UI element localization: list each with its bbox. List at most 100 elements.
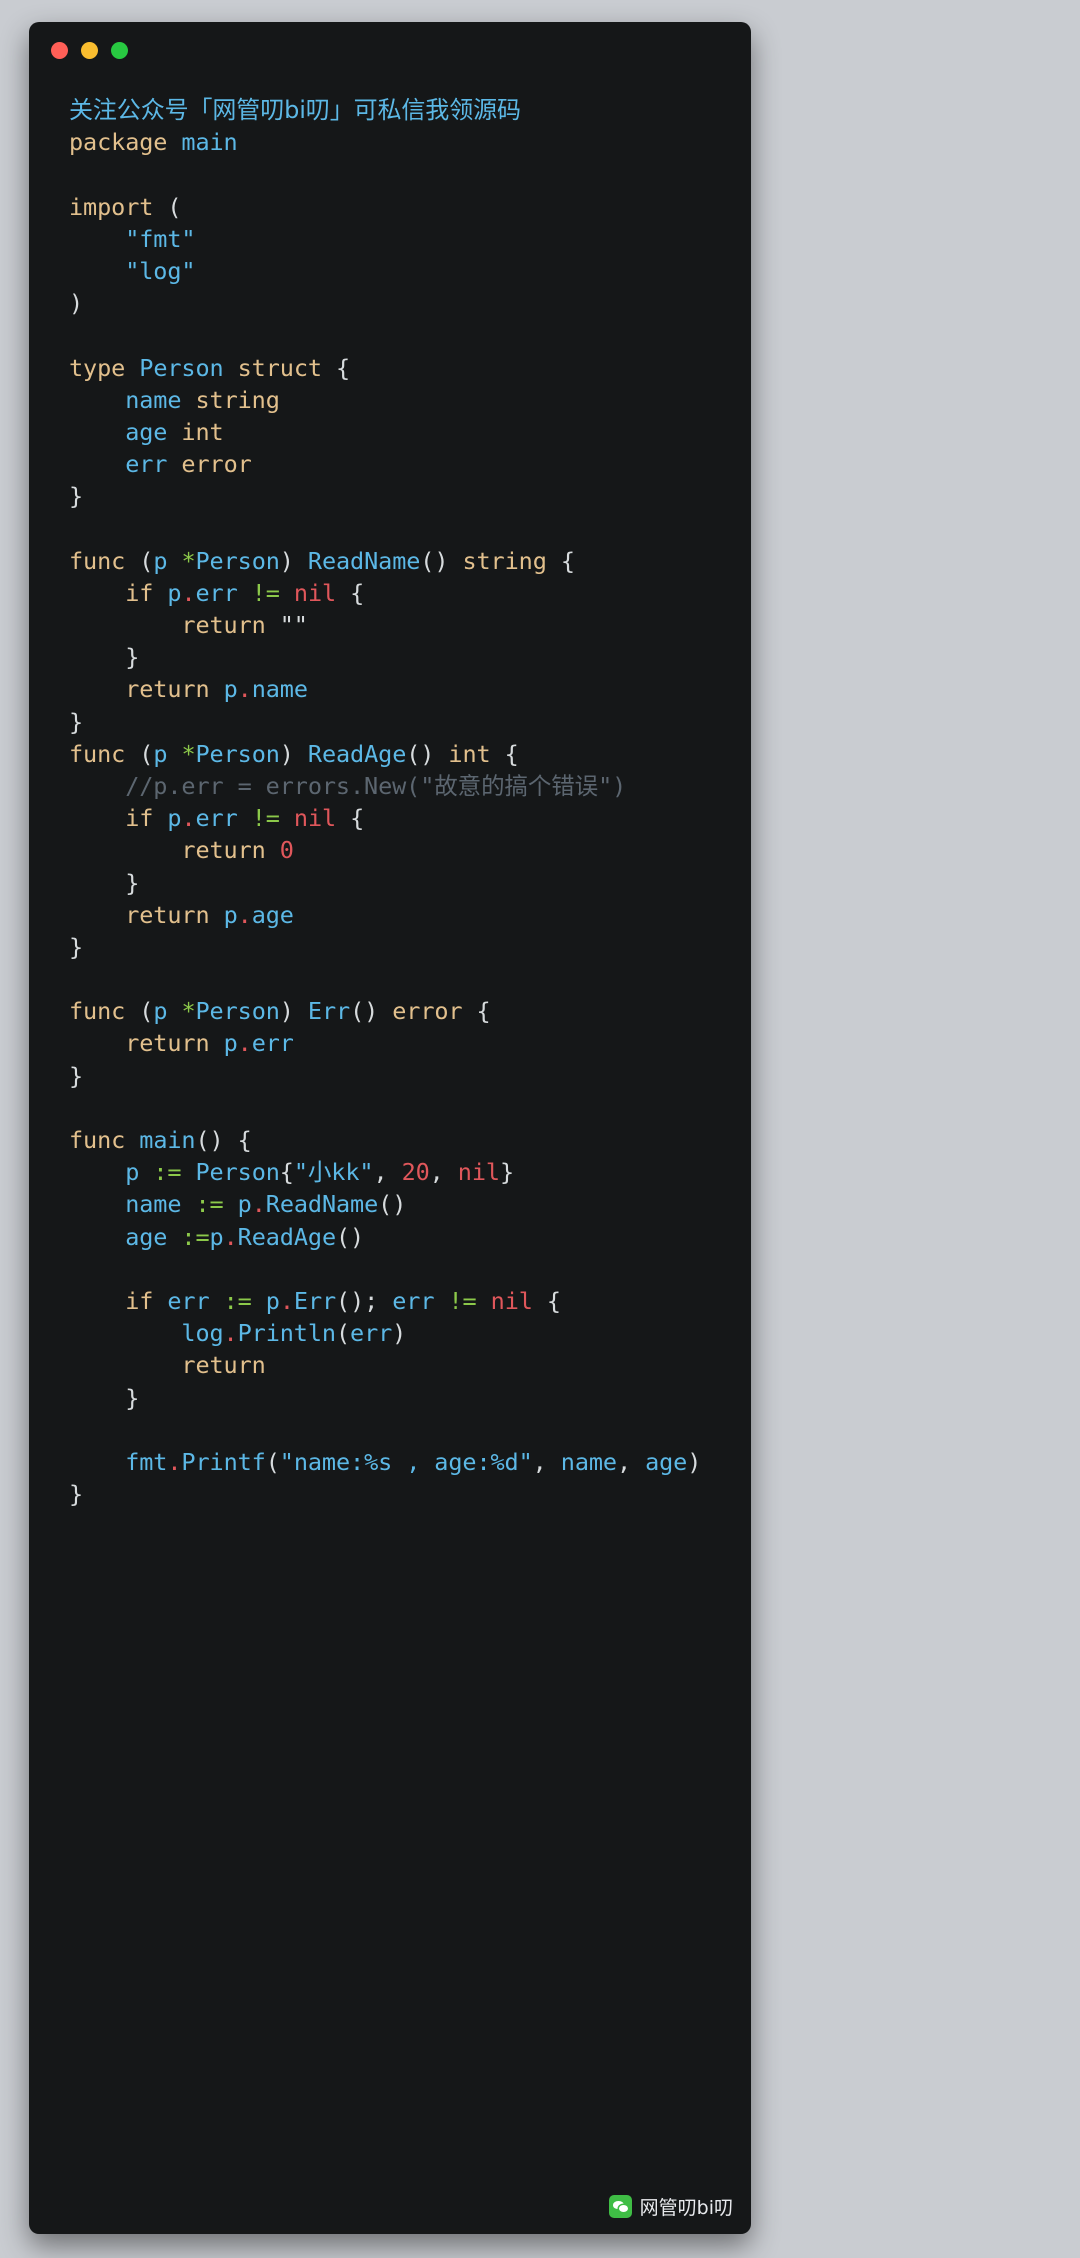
- code-token: Err: [293, 1286, 337, 1315]
- code-line: name string: [69, 384, 751, 416]
- code-token: p: [223, 1029, 238, 1058]
- code-token: nil: [293, 804, 337, 833]
- code-token: {: [476, 997, 491, 1026]
- window-titlebar: [29, 22, 751, 78]
- maximize-window-button[interactable]: [111, 41, 128, 59]
- code-token: ();: [336, 1286, 393, 1315]
- code-token: (): [195, 1126, 238, 1154]
- watermark-label: 网管叨bi叨: [639, 2197, 733, 2219]
- code-token: main: [139, 1126, 196, 1154]
- code-token: :=: [195, 1190, 224, 1219]
- code-line: type Person struct {: [69, 352, 751, 384]
- code-line: }: [69, 1382, 751, 1414]
- code-token: ,: [429, 1158, 458, 1187]
- code-token: (): [420, 546, 463, 575]
- code-token: :=: [153, 1158, 182, 1187]
- code-token: Person: [195, 739, 280, 768]
- close-window-button[interactable]: [51, 41, 68, 59]
- code-line: }: [69, 867, 751, 899]
- code-line: }: [69, 1060, 751, 1092]
- code-token: {: [350, 804, 365, 833]
- code-line: func (p *Person) Err() error {: [69, 995, 751, 1027]
- promo-banner-line: 关注公众号「网管叨bi叨」可私信我领源码: [69, 96, 521, 124]
- code-line: age :=p.ReadAge(): [69, 1221, 751, 1253]
- code-token: (: [125, 997, 154, 1026]
- code-token: ): [279, 739, 308, 768]
- code-line: name := p.ReadName(): [69, 1188, 751, 1220]
- minimize-window-button[interactable]: [81, 41, 98, 59]
- code-line: }: [69, 931, 751, 963]
- code-token: p: [237, 1190, 252, 1219]
- code-line: }: [69, 706, 751, 738]
- code-line: func (p *Person) ReadAge() int {: [69, 738, 751, 770]
- code-token: //p.err = errors.New("故意的搞个错误"): [125, 771, 627, 800]
- code-token: ReadAge: [307, 739, 407, 768]
- code-token: }: [125, 1383, 140, 1412]
- code-token: p: [265, 1286, 280, 1315]
- code-token: 0: [279, 836, 294, 865]
- code-token: !=: [251, 578, 280, 607]
- code-token: err: [125, 450, 168, 479]
- code-token: err: [251, 1029, 294, 1058]
- code-token: p: [223, 675, 238, 704]
- code-token: nil: [293, 578, 337, 607]
- code-token: ,: [616, 1447, 646, 1476]
- code-token: 20: [401, 1158, 430, 1187]
- code-token: Person: [195, 1158, 280, 1187]
- code-token: string: [195, 385, 280, 414]
- code-line: log.Println(err): [69, 1317, 751, 1349]
- code-token: err: [195, 578, 238, 607]
- code-token: name: [125, 385, 182, 414]
- code-token: name: [560, 1447, 617, 1476]
- code-token: }: [499, 1158, 514, 1187]
- code-token: ): [687, 1447, 702, 1476]
- code-token: (: [125, 546, 154, 575]
- code-token: "fmt": [125, 224, 196, 253]
- code-token: }: [69, 932, 84, 961]
- code-line: }: [69, 641, 751, 673]
- code-line: if err := p.Err(); err != nil {: [69, 1285, 751, 1317]
- code-token: "name:%s , age:%d": [279, 1447, 533, 1476]
- code-line: package main: [69, 126, 751, 158]
- code-token: ReadAge: [237, 1222, 336, 1251]
- code-token: ReadName: [265, 1190, 379, 1219]
- code-token: :=: [223, 1286, 252, 1315]
- code-token: .: [223, 1319, 238, 1348]
- code-token: main: [181, 128, 238, 157]
- code-token: err: [350, 1319, 393, 1348]
- code-token: {: [279, 1158, 294, 1187]
